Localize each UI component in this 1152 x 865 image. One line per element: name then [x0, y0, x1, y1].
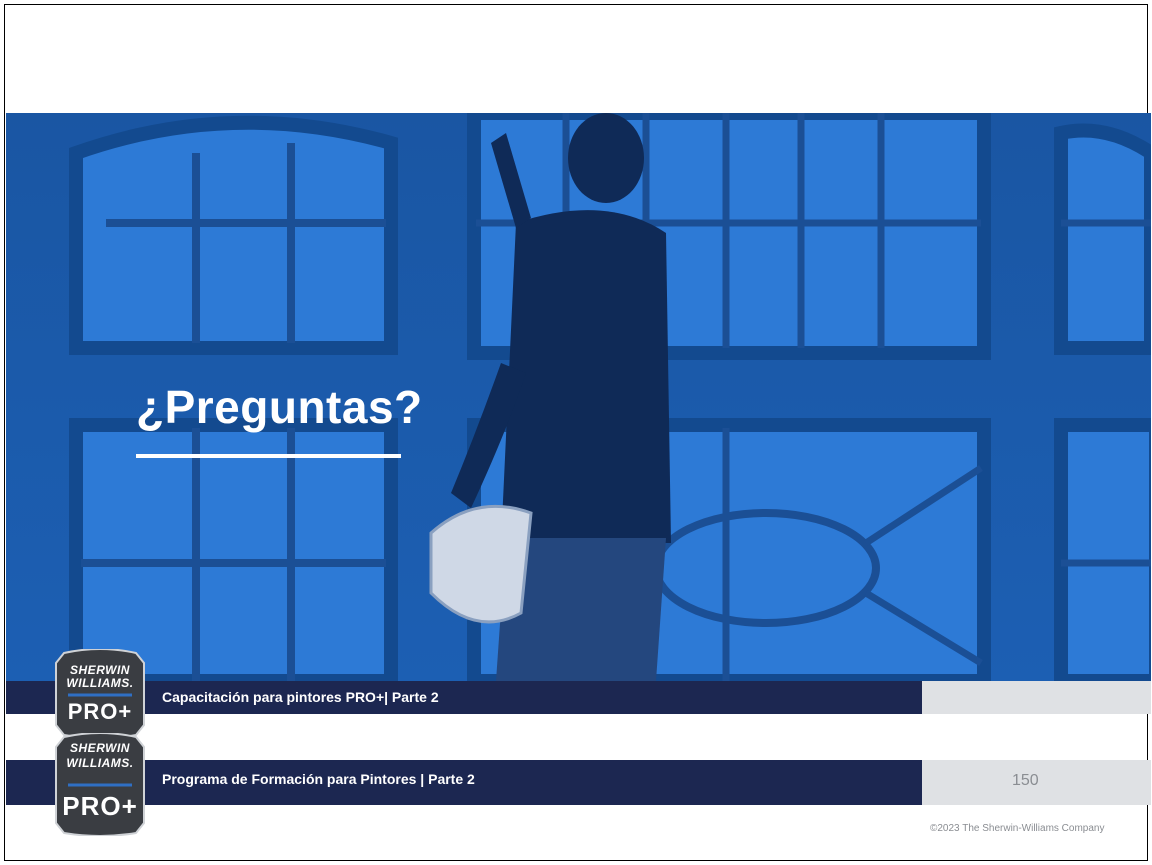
logo-line-1: SHERWIN: [70, 741, 130, 755]
sherwin-williams-pro-logo: SHERWIN WILLIAMS. PRO+: [54, 733, 146, 836]
sherwin-williams-pro-logo: SHERWIN WILLIAMS. PRO+: [54, 649, 146, 737]
slide-title: ¿Preguntas?: [136, 381, 423, 433]
copyright-text: ©2023 The Sherwin-Williams Company: [930, 823, 1105, 834]
logo-line-3: PRO+: [62, 791, 138, 821]
footer-course-title-secondary: Programa de Formación para Pintores | Pa…: [162, 771, 475, 787]
title-underline: [136, 454, 401, 458]
logo-line-1: SHERWIN: [70, 663, 130, 677]
logo-line-2: WILLIAMS.: [66, 756, 134, 770]
logo-line-2: WILLIAMS.: [66, 676, 134, 690]
footer-course-title-primary: Capacitación para pintores PRO+| Parte 2: [162, 689, 439, 705]
page-number: 150: [1012, 772, 1039, 789]
footer-gray-panel-primary: [922, 681, 1151, 714]
logo-line-3: PRO+: [67, 699, 133, 724]
